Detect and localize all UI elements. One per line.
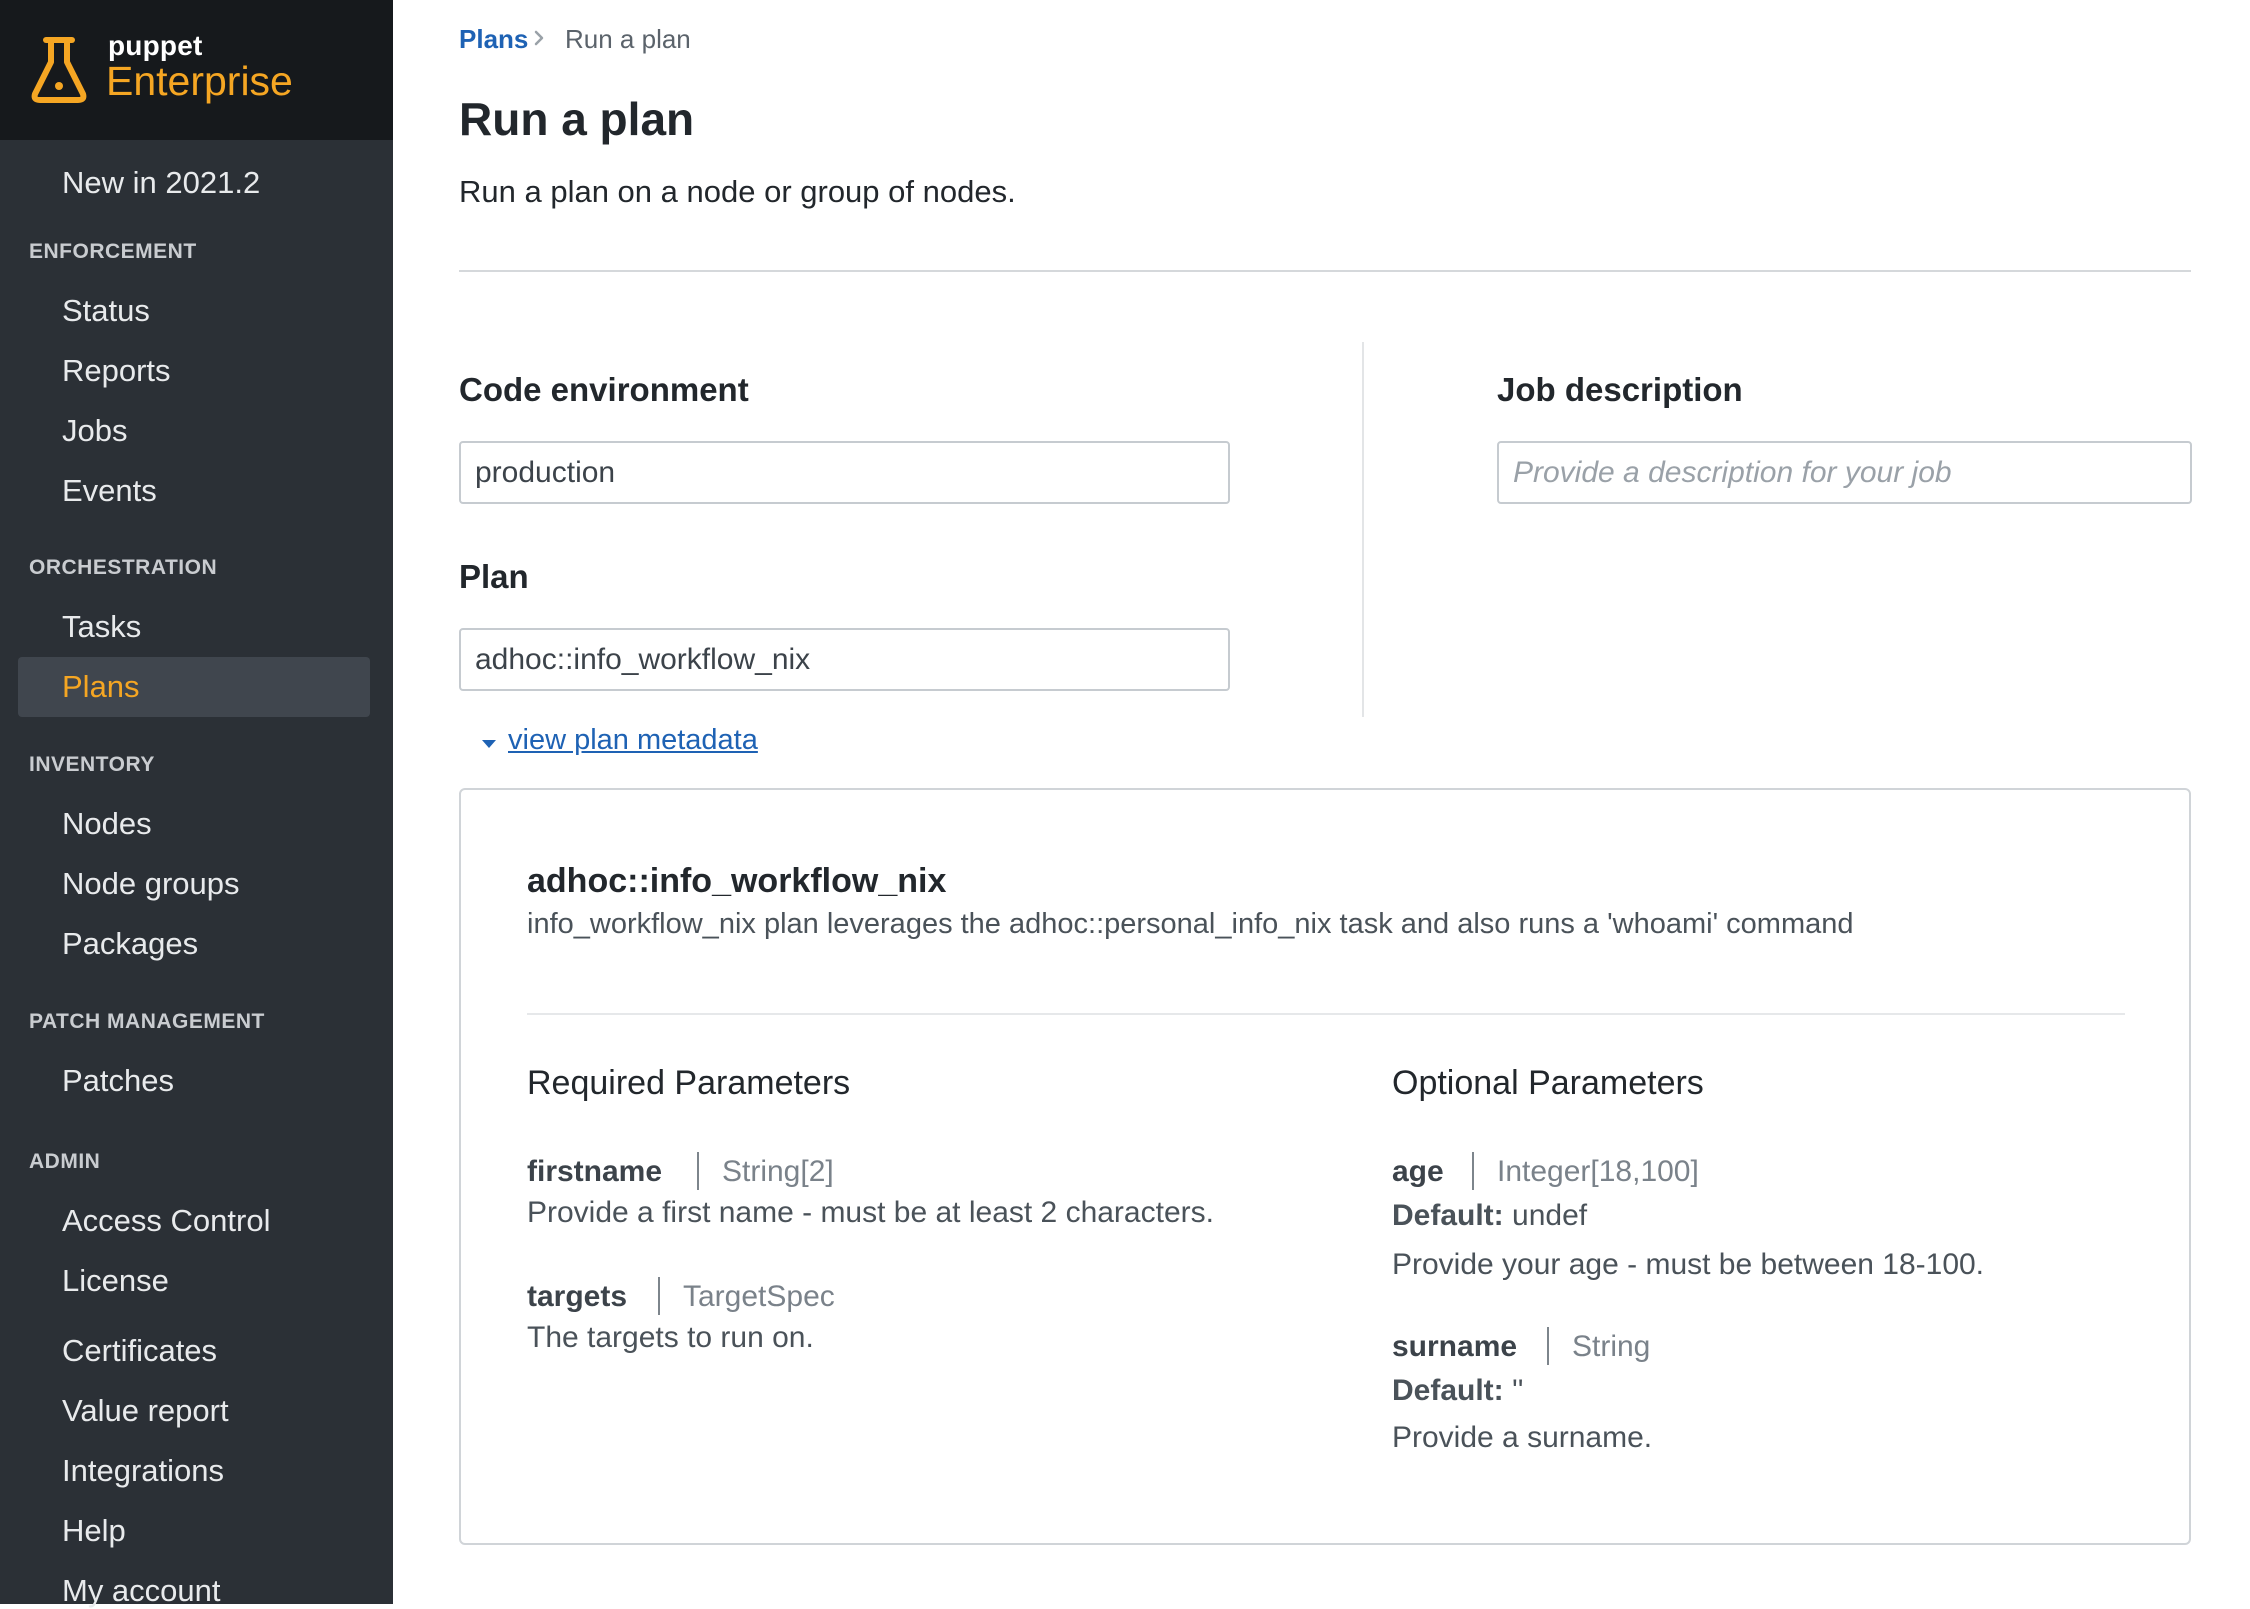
code-environment-input[interactable] (459, 441, 1230, 504)
param-name: targets (527, 1280, 628, 1313)
sidebar-section-admin: ADMIN (29, 1150, 101, 1173)
plan-input[interactable] (459, 628, 1230, 691)
param-default: Default: undef (1392, 1199, 1587, 1233)
divider (459, 270, 2191, 272)
param-type: Integer[18,100] (1497, 1155, 1699, 1188)
job-description-label: Job description (1497, 371, 1743, 408)
sidebar-item-help[interactable]: Help (62, 1513, 126, 1549)
column-divider (1362, 342, 1364, 717)
param-description: The targets to run on. (527, 1321, 814, 1354)
param-type: String[2] (722, 1155, 834, 1188)
sidebar-item-plans[interactable]: Plans (62, 669, 140, 705)
sidebar-item-value-report[interactable]: Value report (62, 1393, 229, 1429)
plan-metadata-panel (459, 788, 2191, 1545)
sidebar-section-inventory: INVENTORY (29, 753, 155, 776)
param-default: Default: '' (1392, 1374, 1523, 1408)
sidebar-section-orchestration: ORCHESTRATION (29, 556, 218, 579)
view-plan-metadata-link[interactable]: view plan metadata (508, 724, 758, 757)
sidebar-item-access-control[interactable]: Access Control (62, 1203, 270, 1239)
param-type: String (1572, 1330, 1651, 1363)
sidebar-item-reports[interactable]: Reports (62, 353, 171, 389)
sidebar-item-node-groups[interactable]: Node groups (62, 866, 240, 902)
sidebar-item-status[interactable]: Status (62, 293, 150, 329)
default-label: Default: (1392, 1374, 1504, 1407)
code-environment-label: Code environment (459, 371, 749, 408)
job-description-input[interactable] (1497, 441, 2192, 504)
param-name: surname (1392, 1330, 1518, 1363)
param-separator (658, 1277, 660, 1315)
plan-label: Plan (459, 558, 529, 595)
sidebar-item-events[interactable]: Events (62, 473, 157, 509)
default-label: Default: (1392, 1199, 1504, 1232)
sidebar-item-tasks[interactable]: Tasks (62, 609, 141, 645)
flask-icon (31, 37, 87, 103)
default-value: undef (1512, 1199, 1588, 1232)
sidebar-section-enforcement: ENFORCEMENT (29, 240, 197, 263)
sidebar-item-packages[interactable]: Packages (62, 926, 198, 962)
sidebar-item-jobs[interactable]: Jobs (62, 413, 127, 449)
required-parameters-title: Required Parameters (527, 1064, 851, 1102)
optional-parameters-title: Optional Parameters (1392, 1064, 1704, 1102)
param-name: firstname (527, 1155, 663, 1188)
sidebar-section-patch-management: PATCH MANAGEMENT (29, 1010, 265, 1033)
param-name: age (1392, 1155, 1444, 1188)
brand-enterprise: Enterprise (106, 58, 293, 104)
param-separator (1472, 1152, 1474, 1190)
param-separator (1547, 1327, 1549, 1365)
param-separator (697, 1152, 699, 1190)
param-type: TargetSpec (683, 1280, 835, 1313)
metadata-divider (527, 1013, 2125, 1015)
param-description: Provide a first name - must be at least … (527, 1196, 1214, 1229)
sidebar-item-certificates[interactable]: Certificates (62, 1333, 217, 1369)
caret-down-icon[interactable] (481, 738, 497, 750)
sidebar: puppet Enterprise New in 2021.2 ENFORCEM… (0, 0, 393, 1608)
chevron-right-icon (534, 30, 544, 46)
breadcrumb-current: Run a plan (565, 24, 691, 54)
sidebar-item-license[interactable]: License (62, 1263, 169, 1299)
param-description: Provide your age - must be between 18-10… (1392, 1248, 1985, 1281)
sidebar-item-patches[interactable]: Patches (62, 1063, 174, 1099)
breadcrumb-plans-link[interactable]: Plans (459, 24, 528, 55)
metadata-plan-description: info_workflow_nix plan leverages the adh… (527, 908, 1854, 940)
metadata-plan-name: adhoc::info_workflow_nix (527, 862, 947, 900)
sidebar-item-nodes[interactable]: Nodes (62, 806, 152, 842)
sidebar-item-integrations[interactable]: Integrations (62, 1453, 224, 1489)
brand-header[interactable]: puppet Enterprise (0, 0, 393, 140)
param-description: Provide a surname. (1392, 1421, 1653, 1454)
sidebar-item-new[interactable]: New in 2021.2 (62, 165, 260, 201)
page-subtitle: Run a plan on a node or group of nodes. (459, 174, 1016, 209)
default-value: '' (1512, 1374, 1524, 1407)
page-title: Run a plan (459, 93, 695, 145)
